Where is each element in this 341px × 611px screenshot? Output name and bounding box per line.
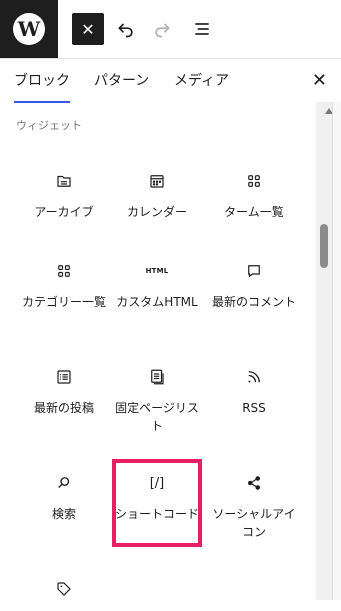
- block-terms-list[interactable]: ターム一覧: [209, 169, 299, 221]
- wordpress-icon: W: [13, 13, 45, 45]
- block-search[interactable]: 検索: [19, 471, 109, 523]
- block-label: アーカイブ: [34, 205, 94, 219]
- page-list-icon: [145, 365, 169, 389]
- block-rss[interactable]: RSS: [209, 365, 299, 417]
- share-icon: [242, 471, 266, 495]
- archive-icon: [52, 169, 76, 193]
- latest-posts-icon: [52, 365, 76, 389]
- categories-grid-icon: [52, 259, 76, 283]
- block-latest-comments[interactable]: 最新のコメント: [209, 259, 299, 311]
- block-label: カレンダー: [126, 205, 187, 219]
- block-tag-cloud[interactable]: [19, 577, 109, 611]
- block-categories[interactable]: カテゴリー一覧: [19, 259, 109, 311]
- undo-icon: [118, 23, 133, 38]
- tab-media[interactable]: メディア: [174, 59, 229, 103]
- editor-toolbar: W ✕: [0, 0, 341, 58]
- block-archives[interactable]: アーカイブ: [19, 169, 109, 221]
- redo-button[interactable]: [146, 13, 178, 45]
- terms-grid-icon: [242, 169, 266, 193]
- block-label: ソーシャルアイコン: [212, 507, 296, 539]
- shortcode-highlight-frame: [112, 459, 202, 547]
- close-inserter-button[interactable]: ✕: [72, 13, 104, 45]
- block-label: 固定ページリスト: [115, 401, 199, 433]
- tag-icon: [52, 577, 76, 601]
- close-icon: ✕: [311, 70, 327, 91]
- block-custom-html[interactable]: HTML カスタムHTML: [112, 259, 202, 311]
- block-label: 検索: [51, 507, 76, 521]
- block-label: 最新の投稿: [33, 401, 94, 415]
- editor-canvas-edge: [332, 102, 341, 600]
- block-social-icons[interactable]: ソーシャルアイコン: [209, 471, 299, 541]
- inserter-tabs: ブロック パターン メディア ✕: [0, 58, 341, 104]
- calendar-icon: [145, 169, 169, 193]
- block-label: カスタムHTML: [116, 295, 198, 309]
- html-icon: HTML: [145, 259, 169, 283]
- search-icon: [52, 471, 76, 495]
- html-icon-text: HTML: [145, 267, 169, 275]
- block-label: RSS: [242, 401, 266, 415]
- block-latest-posts[interactable]: 最新の投稿: [19, 365, 109, 417]
- block-page-list[interactable]: 固定ページリスト: [112, 365, 202, 435]
- rss-icon: [242, 365, 266, 389]
- scroll-thumb[interactable]: [320, 224, 328, 268]
- wordpress-logo-button[interactable]: W: [0, 0, 58, 58]
- comment-icon: [242, 259, 266, 283]
- category-title: ウィジェット: [16, 119, 82, 132]
- close-inserter-panel-button[interactable]: ✕: [312, 59, 327, 103]
- redo-icon: [155, 23, 170, 38]
- list-view-icon: [195, 23, 209, 35]
- block-calendar[interactable]: カレンダー: [112, 169, 202, 221]
- block-label: ターム一覧: [224, 205, 284, 219]
- block-label: 最新のコメント: [211, 295, 296, 309]
- tab-blocks[interactable]: ブロック: [14, 59, 70, 104]
- undo-button[interactable]: [110, 13, 142, 45]
- document-overview-button[interactable]: [186, 13, 218, 45]
- tab-patterns[interactable]: パターン: [94, 59, 149, 103]
- block-label: カテゴリー一覧: [21, 295, 106, 309]
- close-icon: ✕: [81, 19, 95, 39]
